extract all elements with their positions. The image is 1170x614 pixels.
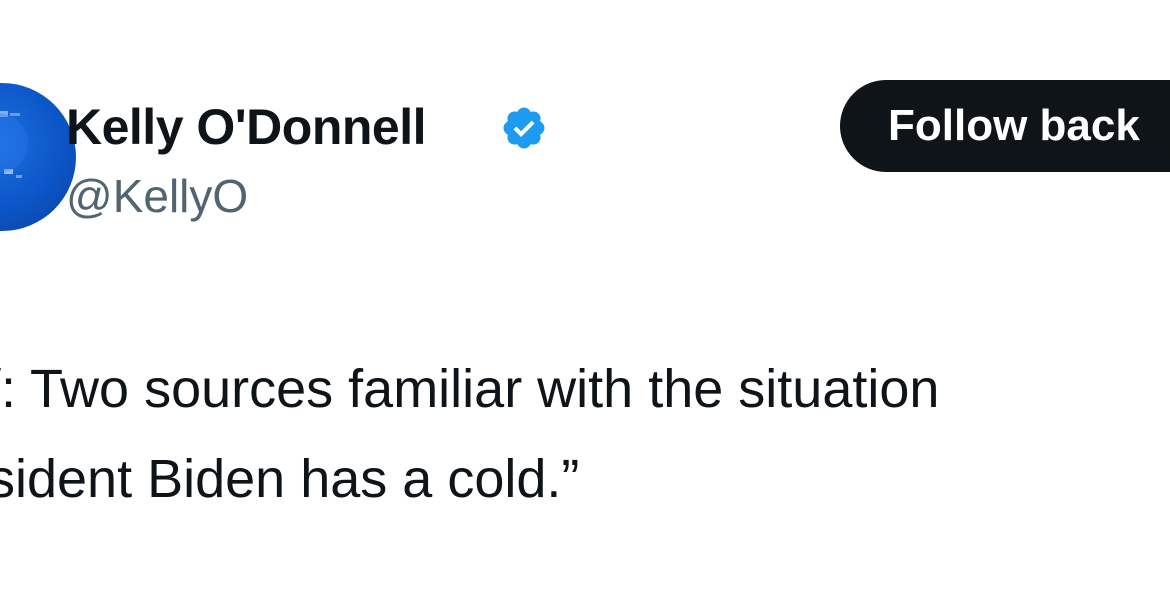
tweet-text-line: /: Two sources familiar with the situati… <box>0 359 940 419</box>
author-handle[interactable]: @KellyO <box>66 166 248 226</box>
author-avatar[interactable] <box>0 83 76 231</box>
tweet-text-line: sident Biden has a cold.” <box>0 449 580 509</box>
tweet-card: Kelly O'Donnell @KellyO Follow back /: T… <box>0 0 1170 614</box>
verified-badge-icon <box>503 107 545 149</box>
avatar-image-icon <box>0 111 28 178</box>
follow-back-button[interactable]: Follow back <box>840 80 1170 172</box>
author-display-name[interactable]: Kelly O'Donnell <box>66 95 427 159</box>
